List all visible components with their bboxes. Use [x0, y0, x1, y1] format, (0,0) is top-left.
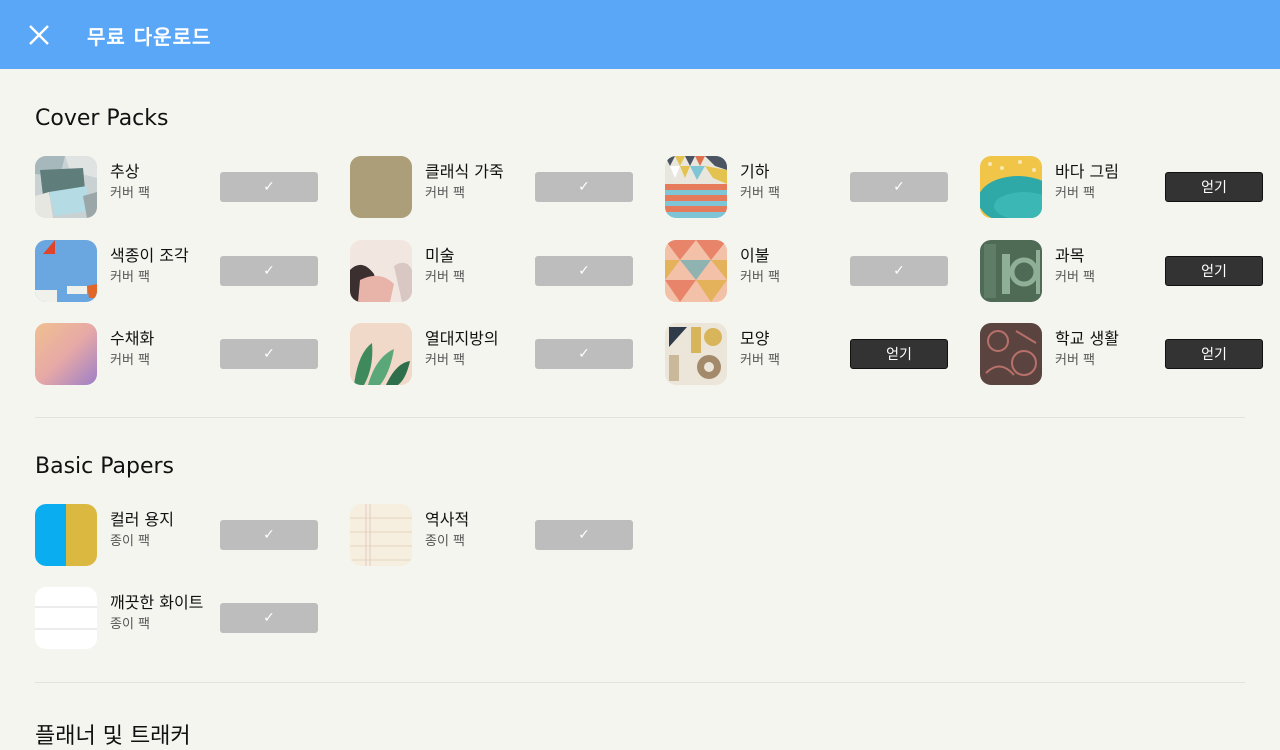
- list-item: 색종이 조각 커버 팩 ✓: [35, 240, 318, 302]
- top-bar: 무료 다운로드: [0, 0, 1280, 69]
- pack-type: 커버 팩: [740, 186, 781, 201]
- paper-name: 역사적: [425, 510, 470, 529]
- list-item: 기하 커버 팩 ✓: [665, 156, 948, 218]
- pack-name: 수채화: [110, 329, 155, 348]
- downloaded-button[interactable]: ✓: [535, 520, 633, 550]
- pack-thumbnail: [35, 323, 97, 385]
- downloaded-button[interactable]: ✓: [850, 256, 948, 286]
- pack-type: 커버 팩: [1055, 186, 1096, 201]
- list-item: 열대지방의 커버 팩 ✓: [350, 323, 633, 385]
- pack-thumbnail: [35, 156, 97, 218]
- list-item: 과목 커버 팩 얻기: [980, 240, 1263, 302]
- pack-name: 이불: [740, 246, 770, 265]
- paper-type: 종이 팩: [425, 534, 466, 549]
- pack-type: 커버 팩: [110, 353, 151, 368]
- page-title: 무료 다운로드: [87, 25, 212, 49]
- pack-name: 클래식 가죽: [425, 162, 504, 181]
- pack-thumbnail: [980, 240, 1042, 302]
- downloaded-button[interactable]: ✓: [535, 172, 633, 202]
- pack-type: 커버 팩: [740, 353, 781, 368]
- pack-type: 커버 팩: [425, 186, 466, 201]
- pack-thumbnail: [350, 323, 412, 385]
- pack-name: 모양: [740, 329, 770, 348]
- list-item: 추상 커버 팩 ✓: [35, 156, 318, 218]
- pack-thumbnail: [35, 240, 97, 302]
- pack-name: 과목: [1055, 246, 1085, 265]
- pack-name: 열대지방의: [425, 329, 499, 348]
- section-title-cover-packs: Cover Packs: [35, 106, 169, 131]
- get-button[interactable]: 얻기: [1165, 256, 1263, 286]
- pack-name: 기하: [740, 162, 770, 181]
- pack-type: 커버 팩: [110, 270, 151, 285]
- list-item: 역사적 종이 팩 ✓: [350, 504, 633, 566]
- pack-name: 색종이 조각: [110, 246, 189, 265]
- list-item: 미술 커버 팩 ✓: [350, 240, 633, 302]
- pack-name: 바다 그림: [1055, 162, 1119, 181]
- pack-thumbnail: [665, 323, 727, 385]
- list-item: 학교 생활 커버 팩 얻기: [980, 323, 1263, 385]
- pack-type: 커버 팩: [1055, 270, 1096, 285]
- pack-thumbnail: [980, 156, 1042, 218]
- list-item: 클래식 가죽 커버 팩 ✓: [350, 156, 633, 218]
- get-button[interactable]: 얻기: [850, 339, 948, 369]
- paper-thumbnail: [35, 587, 97, 649]
- pack-thumbnail: [665, 156, 727, 218]
- section-title-planners: 플래너 및 트래커: [35, 724, 191, 749]
- pack-type: 커버 팩: [425, 353, 466, 368]
- section-divider: [35, 682, 1245, 683]
- section-title-basic-papers: Basic Papers: [35, 454, 175, 479]
- list-item: 이불 커버 팩 ✓: [665, 240, 948, 302]
- downloaded-button[interactable]: ✓: [220, 520, 318, 550]
- list-item: 깨끗한 화이트 종이 팩 ✓: [35, 587, 318, 649]
- downloaded-button[interactable]: ✓: [220, 603, 318, 633]
- pack-thumbnail: [980, 323, 1042, 385]
- paper-type: 종이 팩: [110, 534, 151, 549]
- downloaded-button[interactable]: ✓: [535, 256, 633, 286]
- pack-type: 커버 팩: [110, 186, 151, 201]
- list-item: 컬러 용지 종이 팩 ✓: [35, 504, 318, 566]
- get-button[interactable]: 얻기: [1165, 172, 1263, 202]
- paper-name: 깨끗한 화이트: [110, 593, 204, 612]
- downloaded-button[interactable]: ✓: [220, 339, 318, 369]
- downloaded-button[interactable]: ✓: [850, 172, 948, 202]
- pack-type: 커버 팩: [425, 270, 466, 285]
- close-icon[interactable]: [24, 21, 54, 49]
- pack-name: 미술: [425, 246, 455, 265]
- downloaded-button[interactable]: ✓: [535, 339, 633, 369]
- pack-thumbnail: [665, 240, 727, 302]
- paper-type: 종이 팩: [110, 617, 151, 632]
- paper-thumbnail: [35, 504, 97, 566]
- get-button[interactable]: 얻기: [1165, 339, 1263, 369]
- pack-type: 커버 팩: [740, 270, 781, 285]
- paper-name: 컬러 용지: [110, 510, 174, 529]
- list-item: 바다 그림 커버 팩 얻기: [980, 156, 1263, 218]
- paper-thumbnail: [350, 504, 412, 566]
- list-item: 모양 커버 팩 얻기: [665, 323, 948, 385]
- pack-thumbnail: [350, 156, 412, 218]
- list-item: 수채화 커버 팩 ✓: [35, 323, 318, 385]
- downloaded-button[interactable]: ✓: [220, 256, 318, 286]
- pack-name: 추상: [110, 162, 140, 181]
- pack-type: 커버 팩: [1055, 353, 1096, 368]
- pack-thumbnail: [350, 240, 412, 302]
- pack-name: 학교 생활: [1055, 329, 1119, 348]
- downloaded-button[interactable]: ✓: [220, 172, 318, 202]
- section-divider: [35, 417, 1245, 418]
